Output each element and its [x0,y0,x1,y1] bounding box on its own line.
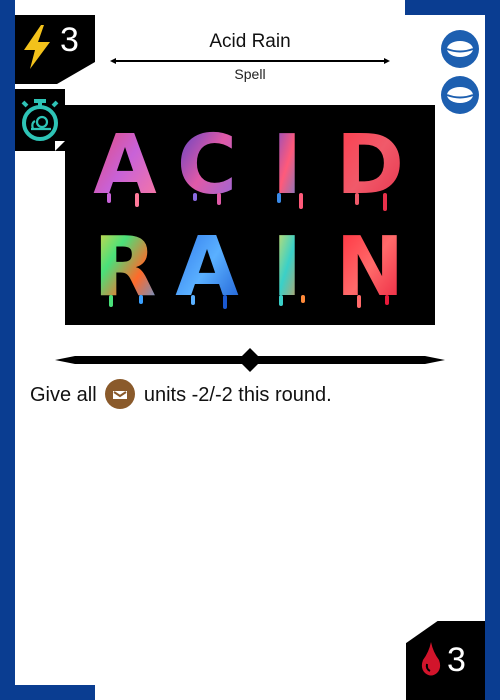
art-letter: N [336,220,405,315]
health-panel [406,621,485,700]
card-type: Spell [234,66,266,82]
frame-left-border [0,0,15,700]
art-letter: I [272,118,303,213]
lightning-bolt-icon [24,25,50,69]
card-title: Acid Rain [209,31,291,52]
art-letter: I [272,220,303,315]
faction-emblem-icon [105,379,136,409]
art-letter: R [93,220,156,315]
title-divider [110,58,390,64]
rules-text-prefix: Give all [30,384,97,406]
token-disc-icon [441,76,479,114]
game-card[interactable]: 3 Acid Rain Spell A C I D R A I N Give a… [0,0,500,700]
art-letter: A [175,220,239,315]
rules-text-suffix: units -2/-2 this round. [143,384,332,406]
cost-value: 3 [60,21,79,59]
rules-text: Give all units -2/-2 this round. [30,378,470,412]
token-disc-icon [441,30,479,68]
art-letter: A [93,118,157,213]
health-value: 3 [447,641,466,679]
snail-stopwatch-icon [21,99,59,141]
section-divider [55,348,445,372]
blood-drop-icon [421,642,441,676]
art-letter: C [177,118,237,213]
frame-right-border [485,0,500,700]
card-artwork: A C I D R A I N [65,105,435,325]
frame-top-right-border [405,0,500,15]
art-letter: D [336,118,404,213]
frame-bottom-left-border [0,685,95,700]
